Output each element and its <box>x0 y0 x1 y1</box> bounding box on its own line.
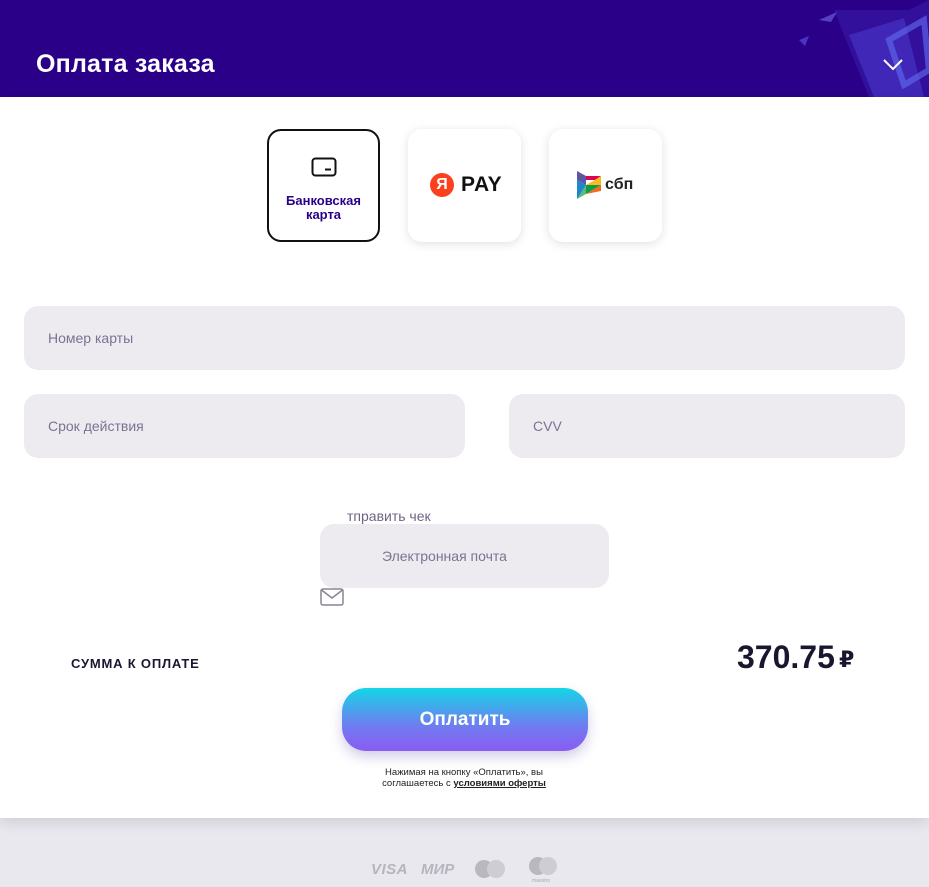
payment-method-sbp[interactable]: сбп <box>549 129 662 242</box>
sbp-icon <box>577 171 601 199</box>
visa-logo: VISA <box>371 861 409 878</box>
pay-button[interactable]: Оплатить <box>342 688 588 751</box>
cvv-input[interactable] <box>509 394 905 458</box>
total-amount: 370.75 <box>737 639 835 675</box>
total-label: СУММА К ОПЛАТЕ <box>71 656 200 671</box>
maestro-label: maestro <box>532 878 551 884</box>
sbp-label: сбп <box>605 176 634 193</box>
currency-symbol: ₽ <box>839 647 855 672</box>
chevron-down-icon[interactable] <box>882 58 904 72</box>
mastercard-logo <box>475 860 505 878</box>
expiry-date-input[interactable] <box>24 394 465 458</box>
offer-terms-link[interactable]: условиями оферты <box>453 778 546 789</box>
card-number-input[interactable] <box>24 306 905 370</box>
payment-method-bank-card[interactable]: Банковская карта <box>267 129 380 242</box>
payment-panel: Банковская карта Я PAY сбп тправить чек <box>0 97 929 818</box>
yandex-pay-label: PAY <box>461 173 503 196</box>
page-title: Оплата заказа <box>36 50 215 78</box>
credit-card-icon <box>311 157 337 177</box>
sbp-logo: сбп <box>577 171 633 199</box>
maestro-logo <box>529 857 557 875</box>
decorative-shapes <box>799 0 929 97</box>
mail-icon <box>320 588 344 606</box>
yandex-badge: Я <box>430 173 454 197</box>
payment-method-yandex-pay[interactable]: Я PAY <box>408 129 521 242</box>
send-receipt-label: тправить чек <box>347 508 431 524</box>
yandex-pay-logo: Я PAY <box>430 173 502 197</box>
email-input[interactable] <box>320 524 609 588</box>
page-header: Оплата заказа <box>0 0 929 97</box>
payment-system-logos: VISA МИР maestro <box>0 856 929 886</box>
payment-method-label: Банковская карта <box>286 193 361 222</box>
agreement-note: Нажимая на кнопку «Оплатить», вы соглаша… <box>364 767 564 789</box>
mir-logo: МИР <box>421 861 455 878</box>
